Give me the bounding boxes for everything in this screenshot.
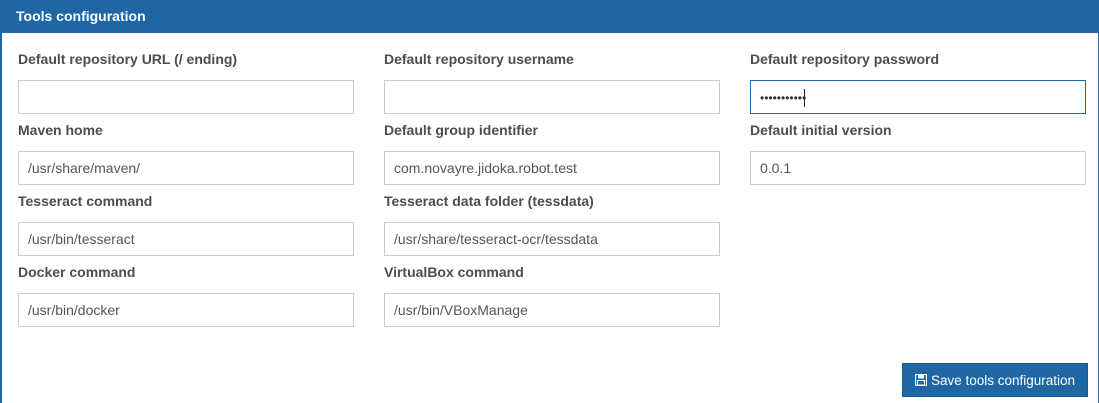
field-initial-version: Default initial version 0.0.1 <box>750 120 1086 185</box>
repo-password-label: Default repository password <box>750 51 940 67</box>
floppy-disk-icon <box>914 374 927 386</box>
tessdata-folder-label: Tesseract data folder (tessdata) <box>384 193 594 209</box>
initial-version-input[interactable]: 0.0.1 <box>750 151 1086 185</box>
tesseract-command-label: Tesseract command <box>18 193 153 209</box>
tessdata-folder-input[interactable]: /usr/share/tesseract-ocr/tessdata <box>384 222 720 256</box>
maven-home-label: Maven home <box>18 122 103 138</box>
virtualbox-command-input[interactable]: /usr/bin/VBoxManage <box>384 293 720 327</box>
field-repo-username: Default repository username <box>384 49 720 114</box>
initial-version-label: Default initial version <box>750 122 892 138</box>
repo-url-input[interactable] <box>18 80 354 114</box>
field-tesseract-command: Tesseract command /usr/bin/tesseract <box>18 191 354 256</box>
repo-username-label: Default repository username <box>384 51 574 67</box>
panel-title: Tools configuration <box>0 0 1099 33</box>
tesseract-command-input[interactable]: /usr/bin/tesseract <box>18 222 354 256</box>
repo-url-label: Default repository URL (/ ending) <box>18 51 238 67</box>
field-repo-url: Default repository URL (/ ending) <box>18 49 354 114</box>
group-id-label: Default group identifier <box>384 122 538 138</box>
virtualbox-command-label: VirtualBox command <box>384 264 524 280</box>
repo-password-input[interactable]: ••••••••••• <box>750 80 1086 114</box>
tools-configuration-panel: Tools configuration Default repository U… <box>0 0 1099 403</box>
field-group-id: Default group identifier com.novayre.jid… <box>384 120 720 185</box>
docker-command-label: Docker command <box>18 264 136 280</box>
group-id-input[interactable]: com.novayre.jidoka.robot.test <box>384 151 720 185</box>
repo-username-input[interactable] <box>384 80 720 114</box>
save-tools-configuration-button[interactable]: Save tools configuration <box>902 363 1088 397</box>
field-repo-password: Default repository password ••••••••••• <box>750 49 1086 114</box>
save-button-label: Save tools configuration <box>930 372 1076 388</box>
field-virtualbox-command: VirtualBox command /usr/bin/VBoxManage <box>384 262 720 327</box>
field-docker-command: Docker command /usr/bin/docker <box>18 262 354 327</box>
text-caret <box>804 89 806 108</box>
maven-home-input[interactable]: /usr/share/maven/ <box>18 151 354 185</box>
field-tessdata-folder: Tesseract data folder (tessdata) /usr/sh… <box>384 191 720 256</box>
docker-command-input[interactable]: /usr/bin/docker <box>18 293 354 327</box>
password-dots: ••••••••••• <box>760 91 807 105</box>
field-maven-home: Maven home /usr/share/maven/ <box>18 120 354 185</box>
